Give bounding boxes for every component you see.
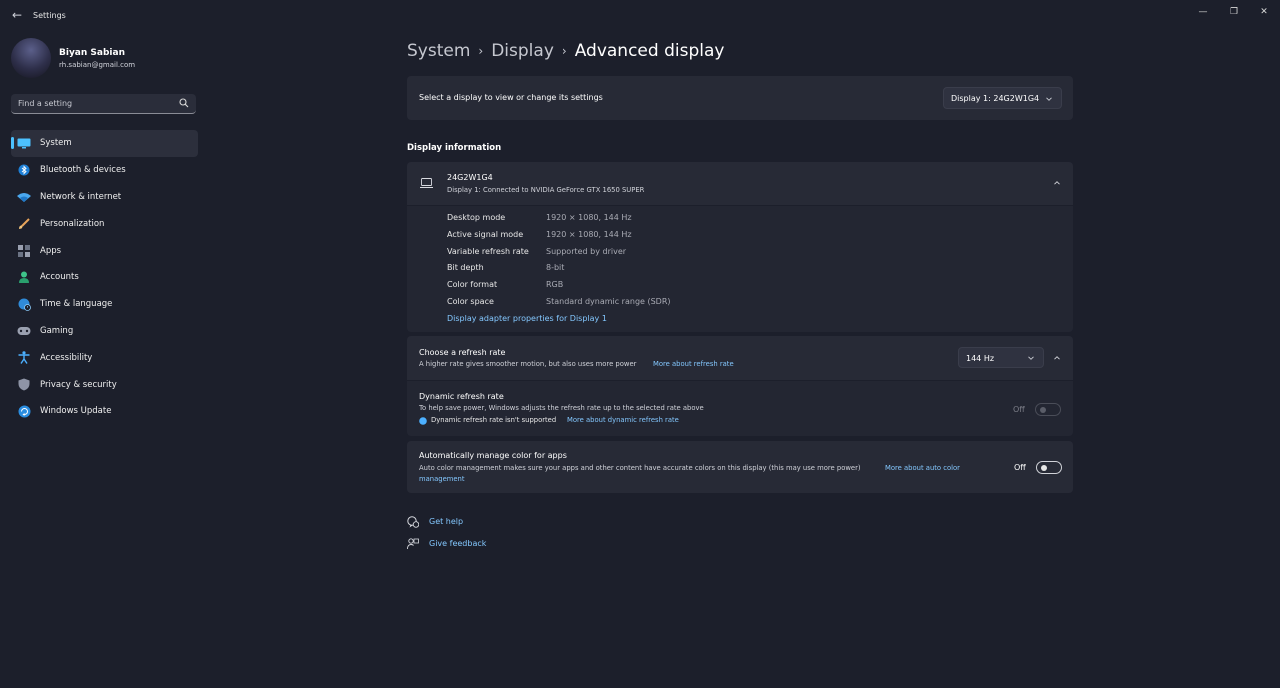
sidebar-item-network[interactable]: Network & internet [11, 184, 198, 211]
monitor-description: Display 1: Connected to NVIDIA GeForce G… [447, 186, 645, 194]
chevron-up-icon[interactable] [1053, 179, 1061, 187]
monitor-name: 24G2W1G4 [447, 173, 493, 182]
dynamic-refresh-note: Dynamic refresh rate isn't supported [431, 416, 557, 424]
more-about-refresh-rate-link[interactable]: More about refresh rate [653, 360, 734, 368]
refresh-rate-description: A higher rate gives smoother motion, but… [419, 360, 637, 368]
chevron-down-icon [1028, 356, 1034, 360]
breadcrumb: System › Display › Advanced display [407, 39, 724, 63]
info-label-desktop-mode: Desktop mode [447, 213, 506, 222]
person-icon [17, 270, 31, 284]
info-value-active-signal-mode: 1920 × 1080, 144 Hz [546, 230, 632, 239]
display-select-dropdown[interactable]: Display 1: 24G2W1G4 [943, 87, 1062, 109]
search-icon[interactable] [179, 98, 189, 108]
shield-icon [17, 378, 31, 392]
auto-color-title: Automatically manage color for apps [419, 451, 567, 460]
dynamic-refresh-state: Off [1013, 405, 1025, 414]
back-arrow-icon[interactable]: ← [10, 8, 24, 22]
bluetooth-icon [17, 163, 31, 177]
breadcrumb-system[interactable]: System [407, 41, 470, 61]
info-value-bit-depth: 8-bit [546, 263, 565, 272]
auto-color-description: Auto color management makes sure your ap… [419, 464, 861, 472]
refresh-rate-value: 144 Hz [966, 354, 995, 363]
wifi-icon [17, 190, 31, 204]
sidebar-item-bluetooth[interactable]: Bluetooth & devices [11, 157, 198, 184]
chevron-down-icon [1046, 97, 1052, 101]
app-title: Settings [33, 11, 66, 20]
user-email: rh.sabian@gmail.com [59, 61, 136, 69]
info-value-desktop-mode: 1920 × 1080, 144 Hz [546, 213, 632, 222]
breadcrumb-display[interactable]: Display [491, 41, 554, 61]
title-bar: ← Settings — ❐ ✕ [0, 0, 1280, 32]
laptop-icon [420, 178, 433, 188]
user-name: Biyan Sabian [59, 48, 125, 58]
display-adapter-properties-link[interactable]: Display adapter properties for Display 1 [447, 314, 607, 323]
toggle-knob [1040, 406, 1046, 413]
sidebar-item-personalization[interactable]: Personalization [11, 210, 198, 237]
brush-icon [17, 217, 31, 231]
search-input[interactable] [11, 94, 178, 113]
breadcrumb-chevron-icon: › [478, 44, 484, 58]
page-title: Advanced display [574, 41, 725, 61]
sidebar-item-accounts[interactable]: Accounts [11, 264, 198, 291]
sidebar-item-apps[interactable]: Apps [11, 237, 198, 264]
sidebar-item-gaming[interactable]: Gaming [11, 318, 198, 345]
auto-color-card: Automatically manage color for apps Auto… [407, 441, 1073, 493]
info-value-color-space: Standard dynamic range (SDR) [546, 297, 671, 306]
display-info-header[interactable]: 24G2W1G4 Display 1: Connected to NVIDIA … [407, 162, 1073, 205]
info-label-color-format: Color format [447, 280, 498, 289]
maximize-icon[interactable]: ❐ [1224, 5, 1244, 19]
sidebar-item-accessibility[interactable]: Accessibility [11, 344, 198, 371]
display-select-card: Select a display to view or change its s… [407, 76, 1073, 120]
breadcrumb-chevron-icon: › [561, 44, 567, 58]
globe-clock-icon [17, 297, 31, 311]
search-box[interactable] [11, 94, 196, 114]
display-select-label: Select a display to view or change its s… [419, 93, 603, 102]
auto-color-toggle[interactable] [1036, 461, 1062, 474]
dynamic-refresh-toggle[interactable] [1035, 403, 1061, 416]
update-icon [17, 404, 31, 418]
section-title-display-information: Display information [407, 143, 502, 153]
toggle-knob [1041, 464, 1047, 471]
dynamic-refresh-card: Dynamic refresh rate To help save power,… [407, 381, 1073, 436]
more-about-dynamic-refresh-rate-link[interactable]: More about dynamic refresh rate [567, 416, 679, 424]
more-about-auto-color-link-continued[interactable]: management [419, 475, 465, 483]
controller-icon [17, 324, 31, 338]
refresh-rate-title: Choose a refresh rate [419, 348, 506, 357]
dynamic-refresh-title: Dynamic refresh rate [419, 392, 504, 401]
auto-color-state: Off [1014, 463, 1026, 472]
apps-icon [17, 244, 31, 258]
monitor-icon [17, 136, 31, 150]
help-icon [407, 516, 419, 528]
chevron-up-icon[interactable] [1053, 354, 1061, 362]
minimize-icon[interactable]: — [1193, 5, 1213, 19]
display-select-value: Display 1: 24G2W1G4 [951, 94, 1040, 103]
more-about-auto-color-link[interactable]: More about auto color [885, 464, 960, 472]
give-feedback-link[interactable]: Give feedback [429, 539, 486, 548]
close-icon[interactable]: ✕ [1254, 5, 1274, 19]
info-value-color-format: RGB [546, 280, 564, 289]
refresh-rate-card: Choose a refresh rate A higher rate give… [407, 336, 1073, 380]
get-help-link[interactable]: Get help [429, 517, 463, 526]
sidebar-nav: System Bluetooth & devices Network & int… [11, 130, 198, 425]
info-label-bit-depth: Bit depth [447, 263, 484, 272]
info-label-active-signal-mode: Active signal mode [447, 230, 524, 239]
avatar[interactable] [11, 38, 51, 78]
sidebar-item-privacy[interactable]: Privacy & security [11, 371, 198, 398]
accessibility-icon [17, 351, 31, 365]
sidebar-item-system[interactable]: System [11, 130, 198, 157]
info-label-variable-refresh-rate: Variable refresh rate [447, 247, 529, 256]
dynamic-refresh-description: To help save power, Windows adjusts the … [419, 404, 704, 412]
feedback-icon [407, 538, 419, 550]
refresh-rate-dropdown[interactable]: 144 Hz [958, 347, 1044, 368]
sidebar-item-windows-update[interactable]: Windows Update [11, 398, 198, 425]
sidebar-item-time-language[interactable]: Time & language [11, 291, 198, 318]
info-label-color-space: Color space [447, 297, 494, 306]
info-icon [419, 417, 427, 425]
info-value-variable-refresh-rate: Supported by driver [546, 247, 627, 256]
